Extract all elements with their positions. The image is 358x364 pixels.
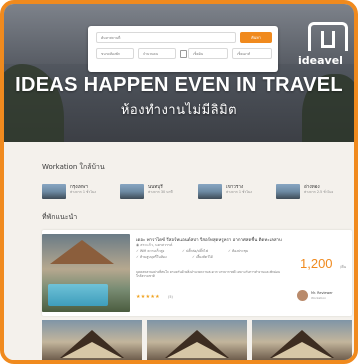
amenity-power: ✓ ปลั๊กต่อ/ปลั๊กไฟ: [182, 249, 208, 253]
guest-count-select[interactable]: จำนวนคน: [138, 48, 176, 59]
price: 1,200: [300, 256, 333, 271]
price-unit: /คืน: [340, 265, 347, 269]
location-input[interactable]: ค้นหาสถานที่: [96, 32, 236, 43]
workation-section-title: Workation ใกล้บ้าน: [42, 163, 105, 171]
workation-item-khao-warang[interactable]: เขาวราง ห่างจาก 1 ชั่วโมง: [198, 184, 268, 202]
more-accommodations: [42, 320, 352, 360]
reviewer-subtitle: Workation: [311, 296, 327, 300]
workation-item-ang-thong[interactable]: อ่างทอง ห่างจาก 2.5 ชั่วโมง: [276, 184, 346, 202]
workation-thumb: [120, 184, 144, 199]
accommodation-thumb[interactable]: [147, 320, 247, 360]
room-size-select[interactable]: ขนาดห้องพัก: [96, 48, 134, 59]
accommodation-thumb[interactable]: [42, 320, 142, 360]
hero-banner: ค้นหาสถานที่ ค้นหา ขนาดห้องพัก จำนวนคน เ…: [4, 4, 354, 142]
workation-list: กรุงเทพฯ ห่างจาก 1 ชั่วโมง นนทบุรี ห่างจ…: [42, 184, 342, 204]
rating-stars-icon: ★★★★★: [136, 294, 160, 300]
hero-subline: ห้องทำงานไม่มีลิมิต: [120, 103, 238, 118]
workation-distance: ห่างจาก 2.5 ชั่วโมง: [304, 190, 334, 194]
reviewer-name: Mr. Reviewer: [311, 291, 333, 295]
amenity-pets: ✓ เลี้ยงสัตว์ได้: [192, 255, 213, 259]
amenity-no-smoking: ✓ ห้ามสูบบุหรี่ในห้อง: [136, 255, 167, 259]
logo-text: ideavel: [298, 54, 343, 67]
workation-distance: ห่างจาก 1 ชั่วโมง: [70, 190, 96, 194]
main-content: Workation ใกล้บ้าน กรุงเทพฯ ห่างจาก 1 ชั…: [4, 142, 354, 360]
search-button[interactable]: ค้นหา: [240, 32, 272, 43]
ideavel-logo[interactable]: ideavel: [296, 22, 354, 74]
workation-item-nonthaburi[interactable]: นนทบุรี ห่างจาก 30 นาที: [120, 184, 190, 202]
photo-roof: [50, 240, 114, 264]
review-count: (5): [168, 295, 173, 299]
accommodation-card[interactable]: เดอะ พาราไดซ์ รีสอร์ทแอนด์สปา รีสอร์ทสุด…: [42, 230, 352, 316]
page-frame: ค้นหาสถานที่ ค้นหา ขนาดห้องพัก จำนวนคน เ…: [0, 0, 358, 364]
checkin-field[interactable]: เช็คอิน: [188, 48, 228, 59]
calendar-icon: [180, 50, 187, 58]
workation-distance: ห่างจาก 30 นาที: [148, 190, 173, 194]
workation-item-bangkok[interactable]: กรุงเทพฯ ห่างจาก 1 ชั่วโมง: [42, 184, 112, 202]
accommodation-photo[interactable]: [42, 234, 130, 312]
logo-mark-icon: [308, 22, 348, 51]
accommodation-location: ◉ สระแก้ว, นครสวรรค์: [136, 243, 173, 247]
photo-pool: [48, 284, 108, 306]
workation-thumb: [276, 184, 300, 199]
recommend-section-title: ที่พักแนะนำ: [42, 213, 78, 221]
search-panel: ค้นหาสถานที่ ค้นหา ขนาดห้องพัก จำนวนคน เ…: [88, 26, 278, 72]
hero-headline: IDEAS HAPPEN EVEN IN TRAVEL: [15, 74, 343, 96]
workation-distance: ห่างจาก 1 ชั่วโมง: [226, 190, 252, 194]
accommodation-thumb[interactable]: [252, 320, 352, 360]
amenity-meeting: ✓ ห้องประชุม: [228, 249, 249, 253]
workation-thumb: [198, 184, 222, 199]
reviewer-avatar: [297, 290, 308, 301]
accommodation-description: บุคคลหลายอย่างที่สนใจ ครบครันด้วยสิ่งอำน…: [136, 270, 280, 279]
workation-thumb: [42, 184, 66, 199]
amenity-wifi: ✓ Wifi ความเร็วสูง: [136, 249, 165, 253]
checkout-field[interactable]: เช็คเอาท์: [232, 48, 272, 59]
